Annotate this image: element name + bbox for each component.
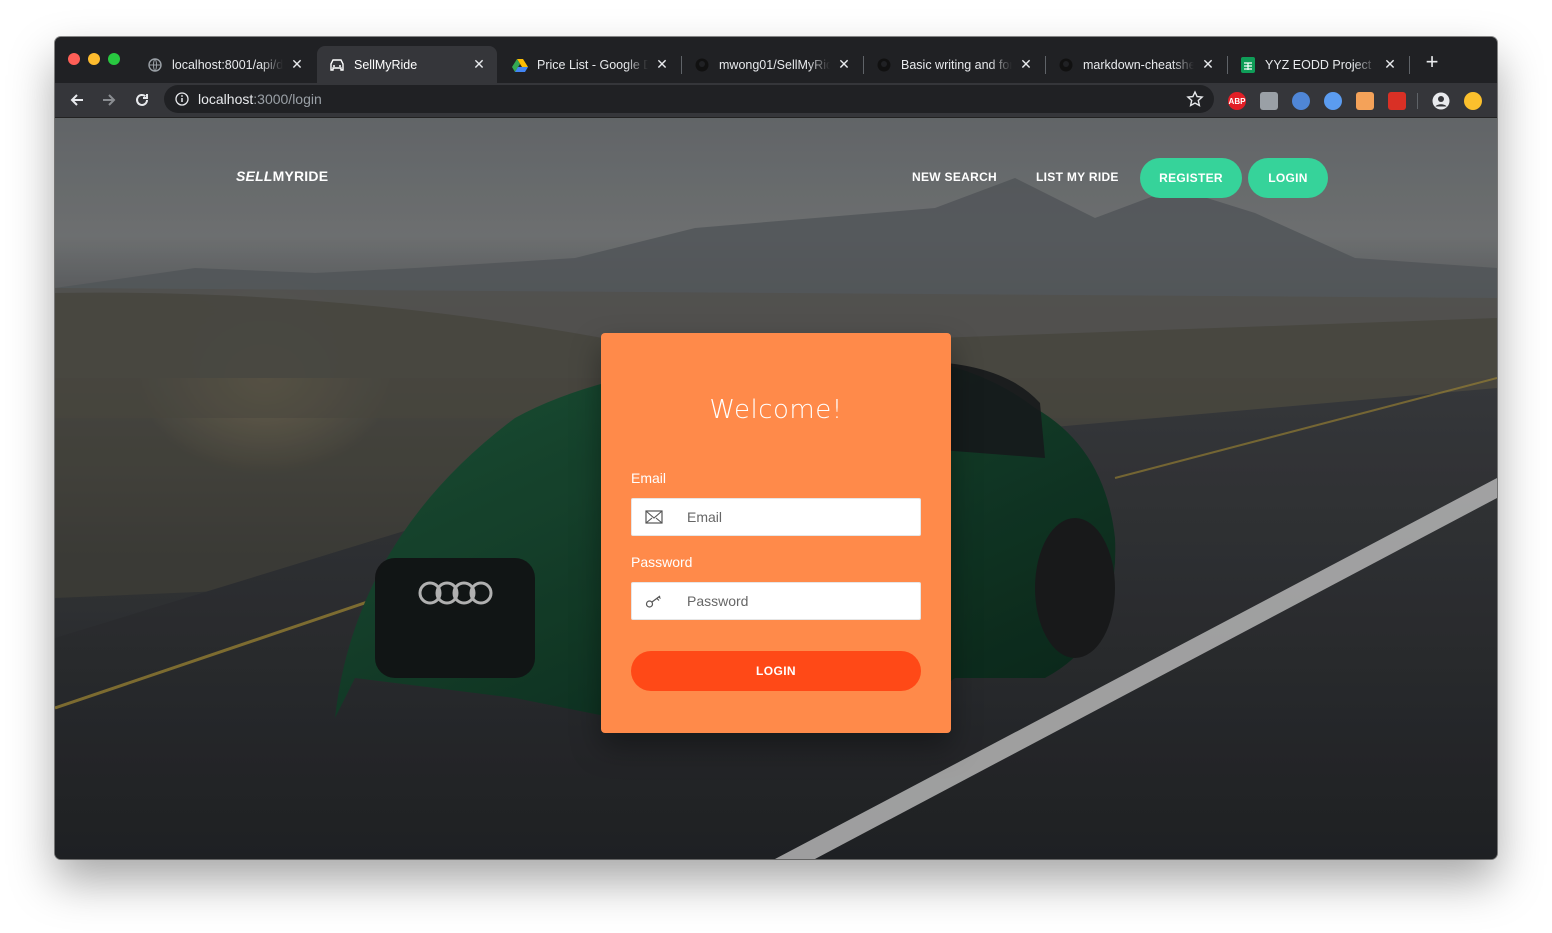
google-drive-icon xyxy=(512,57,528,73)
tab-price-list[interactable]: Price List - Google Dri ✕ xyxy=(500,46,680,83)
tab-title: YYZ EODD Project Lis xyxy=(1265,57,1376,72)
extension-icon[interactable] xyxy=(1324,92,1342,110)
globe-icon xyxy=(147,57,163,73)
password-field-wrapper[interactable] xyxy=(631,582,921,620)
github-icon xyxy=(876,57,892,73)
github-icon xyxy=(1058,57,1074,73)
tab-github-sellmyride[interactable]: mwong01/SellMyRide ✕ xyxy=(682,46,862,83)
info-icon[interactable] xyxy=(174,91,190,107)
back-button[interactable] xyxy=(66,89,88,111)
close-icon[interactable]: ✕ xyxy=(654,56,670,73)
minimize-window-button[interactable] xyxy=(88,53,100,65)
close-icon[interactable]: ✕ xyxy=(471,56,487,73)
tab-title: localhost:8001/api/del xyxy=(172,57,283,72)
tab-title: Price List - Google Dri xyxy=(537,57,648,72)
email-label: Email xyxy=(631,470,667,486)
extension-icon[interactable] xyxy=(1260,92,1278,110)
nav-login-button[interactable]: LOGIN xyxy=(1248,158,1328,198)
register-button[interactable]: REGISTER xyxy=(1140,158,1242,198)
tab-title: SellMyRide xyxy=(354,57,418,72)
tab-title: Basic writing and form xyxy=(901,57,1012,72)
google-sheets-icon xyxy=(1240,56,1256,73)
tab-title: mwong01/SellMyRide xyxy=(719,57,830,72)
password-label: Password xyxy=(631,554,693,570)
logo-part-myride: MYRIDE xyxy=(272,168,329,184)
reload-button[interactable] xyxy=(131,89,153,111)
extension-icon[interactable] xyxy=(1464,92,1482,110)
web-page: SELLMYRIDE NEW SEARCH LIST MY RIDE REGIS… xyxy=(55,118,1497,859)
site-logo[interactable]: SELLMYRIDE xyxy=(236,168,328,184)
close-icon[interactable]: ✕ xyxy=(1018,56,1034,73)
tab-title: markdown-cheatshee xyxy=(1083,57,1194,72)
email-field-wrapper[interactable] xyxy=(631,498,921,536)
nav-list-my-ride[interactable]: LIST MY RIDE xyxy=(1036,170,1119,184)
key-icon xyxy=(643,590,665,612)
extension-icon[interactable] xyxy=(1292,92,1310,110)
envelope-icon xyxy=(643,506,665,528)
new-tab-button[interactable]: + xyxy=(1421,51,1443,73)
tab-sellmyride[interactable]: SellMyRide ✕ xyxy=(317,46,497,83)
car-icon xyxy=(329,57,345,73)
back-arrow-icon xyxy=(70,94,83,106)
tab-separator xyxy=(1409,56,1410,74)
tab-basic-writing[interactable]: Basic writing and form ✕ xyxy=(864,46,1044,83)
close-icon[interactable]: ✕ xyxy=(836,56,852,73)
password-input[interactable] xyxy=(685,592,920,610)
adblock-label: ABP xyxy=(1228,96,1246,106)
close-window-button[interactable] xyxy=(68,53,80,65)
forward-button[interactable] xyxy=(98,89,120,111)
url-text: localhost:3000/login xyxy=(198,91,322,107)
logo-part-sell: SELL xyxy=(236,168,273,184)
address-bar[interactable]: localhost:3000/login xyxy=(164,85,1214,113)
maximize-window-button[interactable] xyxy=(108,53,120,65)
login-card: Welcome! Email Password LOGIN xyxy=(601,333,951,733)
forward-arrow-icon xyxy=(103,94,116,106)
tab-strip: localhost:8001/api/del ✕ SellMyRide ✕ Pr… xyxy=(55,37,1497,83)
welcome-heading: Welcome! xyxy=(709,395,843,425)
login-submit-button[interactable]: LOGIN xyxy=(631,651,921,691)
close-icon[interactable]: ✕ xyxy=(1200,56,1216,73)
reload-icon xyxy=(136,93,148,106)
bookmark-star-icon[interactable] xyxy=(1186,90,1204,108)
url-host: localhost xyxy=(198,91,254,107)
nav-new-search[interactable]: NEW SEARCH xyxy=(912,170,997,184)
toolbar-divider xyxy=(1417,93,1418,109)
close-icon[interactable]: ✕ xyxy=(1382,56,1398,73)
profile-avatar-icon[interactable] xyxy=(1432,92,1450,110)
browser-toolbar: localhost:3000/login ABP xyxy=(55,83,1497,118)
adblock-icon[interactable]: ABP xyxy=(1228,92,1246,110)
github-icon xyxy=(694,57,710,73)
email-input[interactable] xyxy=(685,508,920,526)
close-icon[interactable]: ✕ xyxy=(289,56,305,73)
tab-markdown-cheatsheet[interactable]: markdown-cheatshee ✕ xyxy=(1046,46,1226,83)
browser-window: localhost:8001/api/del ✕ SellMyRide ✕ Pr… xyxy=(55,37,1497,859)
extension-icon[interactable] xyxy=(1356,92,1374,110)
url-path: :3000/login xyxy=(253,91,322,107)
extension-icon[interactable] xyxy=(1388,92,1406,110)
tab-yyz-eodd[interactable]: YYZ EODD Project Lis ✕ xyxy=(1228,46,1408,83)
tab-localhost-api[interactable]: localhost:8001/api/del ✕ xyxy=(135,46,315,83)
